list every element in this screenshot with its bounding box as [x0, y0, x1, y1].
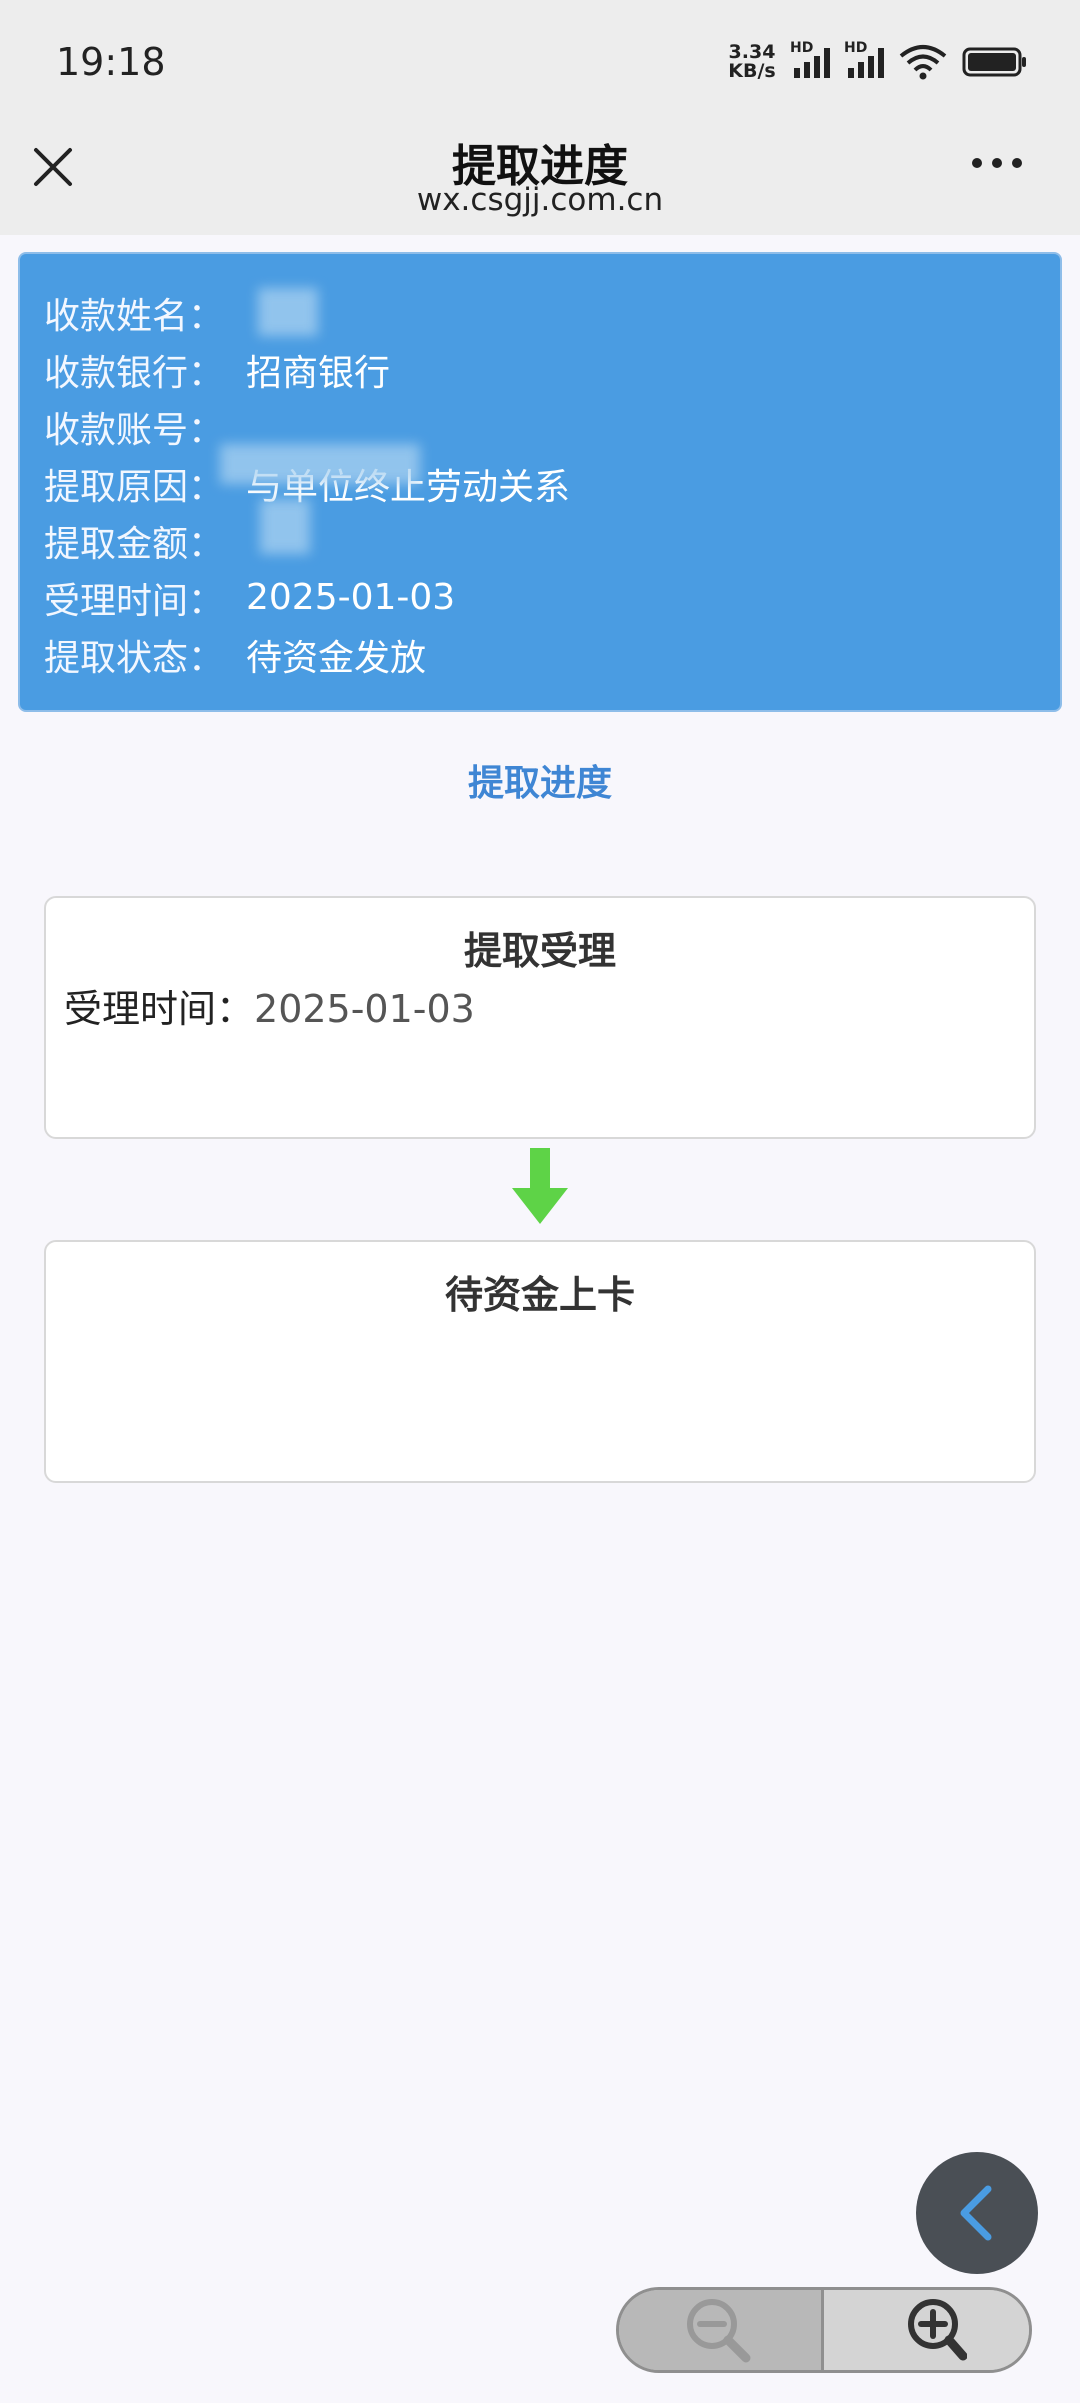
info-row-amount: 提取金额： — [44, 512, 1060, 569]
step-card-accepted: 提取受理 受理时间：2025-01-03 — [44, 896, 1036, 1139]
info-label: 收款账号： — [44, 409, 225, 451]
page-url: wx.csgjj.com.cn — [416, 182, 664, 218]
info-label: 收款姓名： — [44, 295, 225, 337]
page: 19:18 3.34 KB/s HD HD 提取进度 wx.csgjj.com.… — [0, 0, 1080, 2403]
privacy-blur — [258, 288, 318, 336]
signal-hd-label: HD — [844, 40, 868, 56]
arrow-down-icon — [512, 1148, 568, 1224]
step-card-pending-funds: 待资金上卡 — [44, 1240, 1036, 1483]
zoom-out-icon — [687, 2299, 751, 2363]
zoom-in-icon — [907, 2299, 967, 2361]
signal-icon: HD — [844, 40, 884, 78]
info-value: 招商银行 — [246, 352, 391, 394]
more-icon — [972, 158, 982, 168]
info-row-accept-time: 受理时间： 2025-01-03 — [44, 569, 1060, 626]
signal-hd-label: HD — [790, 40, 814, 56]
zoom-control — [616, 2287, 1032, 2373]
info-row-bank: 收款银行： 招商银行 — [44, 341, 1060, 398]
signal-icon: HD — [790, 40, 830, 78]
info-label: 提取状态： — [44, 637, 225, 679]
info-value: 待资金发放 — [246, 637, 427, 679]
info-label: 提取原因： — [44, 466, 225, 508]
info-row-account: 收款账号： — [44, 398, 1060, 455]
info-label: 收款银行： — [44, 352, 225, 394]
battery-icon — [962, 47, 1026, 77]
status-icons: 3.34 KB/s HD HD — [728, 40, 1028, 82]
withdrawal-info-card: 收款姓名： 收款银行： 招商银行 收款账号： 提取原因： 与单位终止劳动关系 提… — [18, 252, 1062, 712]
info-row-status: 提取状态： 待资金发放 — [44, 626, 1060, 683]
privacy-blur — [220, 444, 420, 484]
info-row-name: 收款姓名： — [44, 284, 1060, 341]
zoom-out-button[interactable] — [619, 2290, 824, 2370]
status-time: 19:18 — [56, 40, 166, 84]
info-label: 提取金额： — [44, 523, 225, 565]
status-bar: 19:18 3.34 KB/s HD HD — [0, 0, 1080, 130]
step-detail-value: 2025-01-03 — [254, 987, 475, 1031]
progress-section-title: 提取进度 — [467, 763, 612, 804]
more-button[interactable] — [972, 148, 1032, 178]
info-label: 受理时间： — [44, 580, 225, 622]
step-detail-label: 受理时间： — [64, 987, 255, 1031]
zoom-in-button[interactable] — [824, 2290, 1029, 2370]
wifi-icon — [899, 45, 947, 80]
step-title: 待资金上卡 — [444, 1273, 635, 1317]
back-button[interactable] — [916, 2152, 1038, 2274]
network-speed: 3.34 KB/s — [728, 43, 776, 81]
chevron-left-icon — [960, 2185, 992, 2241]
step-title: 提取受理 — [463, 929, 616, 973]
network-speed-unit: KB/s — [728, 60, 776, 82]
title-bar: 提取进度 wx.csgjj.com.cn — [0, 130, 1080, 235]
privacy-blur — [260, 499, 310, 554]
step-detail: 受理时间：2025-01-03 — [64, 978, 475, 1033]
info-value: 2025-01-03 — [246, 577, 456, 618]
info-row-reason: 提取原因： 与单位终止劳动关系 — [44, 455, 1060, 512]
